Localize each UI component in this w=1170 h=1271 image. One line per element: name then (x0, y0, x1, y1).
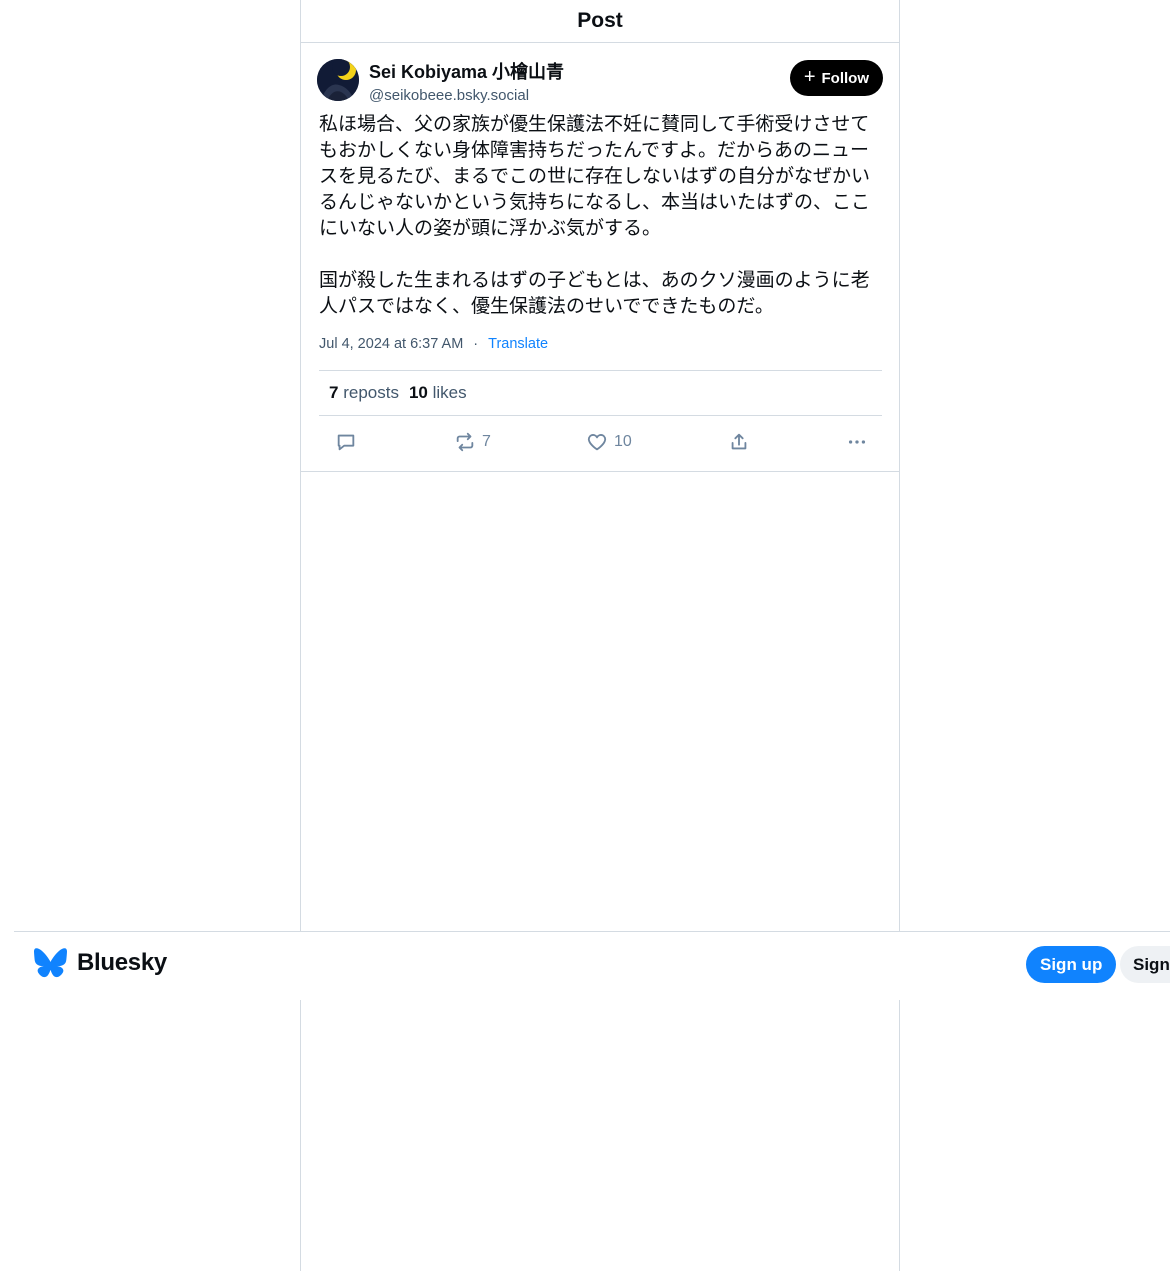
post-text: 私ほ場合、父の家族が優生保護法不妊に賛同して手術受けさせてもおかしくない身体障害… (319, 113, 871, 317)
reply-button[interactable] (335, 431, 357, 453)
share-icon (731, 433, 747, 450)
engagement-counts: 7 reposts 10 likes (319, 370, 882, 416)
author-handle[interactable]: @seikobeee.bsky.social (369, 87, 564, 104)
post-timestamp[interactable]: Jul 4, 2024 at 6:37 AM (319, 336, 463, 352)
heart-icon (587, 434, 607, 451)
more-options-button[interactable] (846, 431, 868, 453)
sign-up-button[interactable]: Sign up (1026, 946, 1117, 983)
avatar[interactable] (317, 59, 359, 101)
follow-button[interactable]: + Follow (789, 60, 883, 96)
meta-separator: · (473, 336, 479, 352)
author-info: Sei Kobiyama 小檜山青 @seikobeee.bsky.social (369, 58, 564, 104)
repost-icon (456, 432, 474, 452)
page-title: Post (577, 9, 623, 32)
reply-icon (337, 434, 355, 451)
post-actions: 7 10 (319, 431, 882, 461)
post-meta: Jul 4, 2024 at 6:37 AM · Translate (319, 336, 548, 352)
repost-button[interactable]: 7 (454, 431, 491, 453)
share-button[interactable] (728, 431, 750, 453)
reposts-label: reposts (343, 383, 399, 402)
author-display-name[interactable]: Sei Kobiyama 小檜山青 (369, 58, 564, 84)
avatar-moon-icon (317, 59, 359, 101)
follow-label: Follow (821, 69, 870, 87)
repost-count: 7 (482, 433, 491, 450)
post-thread-item: Sei Kobiyama 小檜山青 @seikobeee.bsky.social… (301, 43, 899, 472)
butterfly-icon (34, 948, 67, 978)
plus-icon: + (803, 66, 816, 88)
sign-in-button[interactable]: Sign in (1120, 946, 1170, 983)
logged-out-bottom-bar: Bluesky Sign up Sign in (14, 931, 1170, 1000)
page-header: Post (301, 0, 899, 43)
reposts-count: 7 (329, 383, 339, 402)
brand-name: Bluesky (77, 949, 167, 976)
more-dots-icon (848, 440, 866, 444)
likes-count: 10 (408, 383, 428, 402)
likes-stat[interactable]: 10 likes (409, 383, 467, 403)
bluesky-logo[interactable]: Bluesky (34, 948, 167, 978)
translate-link[interactable]: Translate (488, 336, 548, 352)
like-count: 10 (614, 433, 632, 450)
reposts-stat[interactable]: 7 reposts (329, 383, 399, 403)
like-button[interactable]: 10 (586, 431, 632, 453)
main-column: Post Sei Kobiyama 小檜山青 @seikobeee.bsky.s… (300, 0, 900, 1271)
likes-label: likes (432, 383, 467, 402)
